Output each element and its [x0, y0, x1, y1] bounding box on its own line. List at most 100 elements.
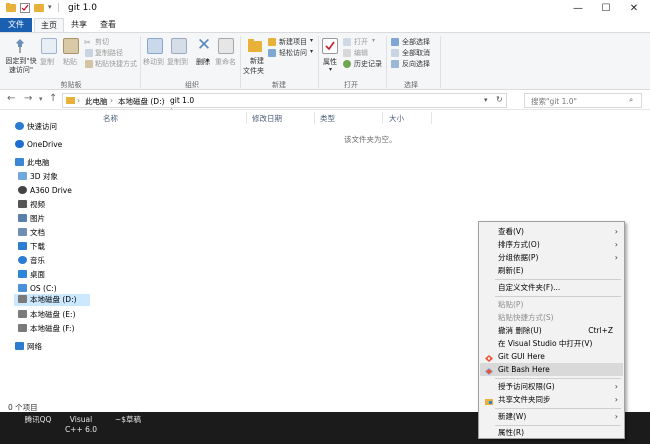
address-bar[interactable]: › 此电脑 › 本地磁盘 (D:) › git 1.0 ▾ ↻	[62, 93, 507, 108]
breadcrumb-drive-d[interactable]: 本地磁盘 (D:)	[118, 96, 165, 107]
easy-access-button[interactable]: 轻松访问	[279, 48, 307, 58]
copy-to-button[interactable]: 复制到	[167, 57, 188, 67]
video-icon	[18, 200, 27, 208]
nav-drive-f[interactable]: 本地磁盘 (F:)	[18, 323, 75, 335]
nav-documents[interactable]: 文档	[18, 227, 45, 239]
breadcrumb-this-pc[interactable]: 此电脑	[85, 96, 108, 107]
nav-quick-access[interactable]: 快速访问	[15, 121, 57, 133]
edit-button[interactable]: 编辑	[354, 48, 368, 58]
new-folder-label-2[interactable]: 文件夹	[243, 66, 264, 76]
copy-button[interactable]: 复制	[40, 57, 54, 67]
menu-item-undo-delete[interactable]: 撤消 删除(U) Ctrl+Z	[480, 324, 623, 337]
copy-path-button[interactable]: 复制路径	[95, 48, 123, 58]
submenu-arrow-icon: ›	[614, 227, 618, 236]
paste-button[interactable]: 粘贴	[63, 57, 77, 67]
address-dropdown-icon[interactable]: ▾	[484, 96, 488, 104]
back-icon[interactable]: ←	[7, 93, 15, 104]
nav-videos[interactable]: 视频	[18, 199, 45, 211]
new-item-button[interactable]: 新建项目	[279, 37, 307, 47]
menu-separator	[495, 296, 621, 297]
nav-drive-d[interactable]: 本地磁盘 (D:)	[14, 294, 90, 306]
nav-network[interactable]: 网络	[15, 341, 42, 353]
taskbar-item-qq[interactable]: 腾讯QQ	[18, 415, 58, 425]
close-icon[interactable]: ✕	[620, 1, 648, 17]
picture-icon	[18, 214, 27, 222]
menu-item-group-by[interactable]: 分组依据(P) ›	[480, 251, 623, 264]
up-icon[interactable]: ↑	[49, 93, 57, 104]
delete-dropdown-icon[interactable]: ▾	[206, 57, 209, 64]
menu-shortcut: Ctrl+Z	[588, 326, 613, 335]
menu-item-customize-folder[interactable]: 自定义文件夹(F)...	[480, 281, 623, 294]
search-icon[interactable]: ⌕	[629, 95, 633, 105]
menu-item-new[interactable]: 新建(W) ›	[480, 410, 623, 423]
refresh-icon[interactable]: ↻	[496, 95, 503, 104]
nav-3d-objects[interactable]: 3D 对象	[18, 171, 58, 183]
nav-a360-drive[interactable]: A360 Drive	[18, 185, 72, 197]
nav-drive-e[interactable]: 本地磁盘 (E:)	[18, 309, 76, 321]
git-icon	[485, 366, 493, 375]
menu-item-properties[interactable]: 属性(R)	[480, 426, 623, 439]
nav-this-pc[interactable]: 此电脑	[15, 157, 50, 169]
tab-file[interactable]: 文件	[0, 18, 32, 32]
menu-item-paste-shortcut[interactable]: 粘贴快捷方式(S)	[480, 311, 623, 324]
taskbar-item-draft[interactable]: ~$草稿	[108, 415, 148, 425]
menu-item-sort-by[interactable]: 排序方式(O) ›	[480, 238, 623, 251]
pin-quick-access-button[interactable]: 固定到"快速访问"	[4, 57, 38, 75]
recent-locations-icon[interactable]: ▾	[39, 95, 43, 103]
menu-item-git-gui[interactable]: Git GUI Here	[480, 350, 623, 363]
nav-onedrive[interactable]: OneDrive	[15, 139, 62, 151]
select-none-button[interactable]: 全部取消	[402, 48, 430, 58]
column-header-date[interactable]: 修改日期	[252, 113, 282, 124]
minimize-icon[interactable]: —	[564, 1, 592, 17]
tab-view[interactable]: 查看	[94, 18, 122, 32]
cut-button[interactable]: 剪切	[95, 37, 109, 47]
breadcrumb-folder[interactable]: git 1.0	[170, 96, 194, 105]
menu-item-open-in-visual-studio[interactable]: 在 Visual Studio 中打开(V)	[480, 337, 623, 350]
easy-access-dropdown-icon[interactable]: ▾	[310, 48, 313, 55]
tab-share[interactable]: 共享	[65, 18, 93, 32]
paste-shortcut-button[interactable]: 粘贴快捷方式	[95, 59, 137, 69]
column-header-type[interactable]: 类型	[320, 113, 335, 124]
column-separator[interactable]	[246, 112, 247, 124]
drive-icon	[18, 310, 27, 318]
column-header-name[interactable]: 名称	[103, 113, 118, 124]
invert-selection-button[interactable]: 反向选择	[402, 59, 430, 69]
menu-item-git-bash[interactable]: Git Bash Here	[480, 363, 623, 376]
open-dropdown-icon[interactable]: ▾	[372, 37, 375, 44]
search-input[interactable]: 搜索"git 1.0" ⌕	[524, 93, 642, 108]
tab-home[interactable]: 主页	[34, 18, 64, 32]
document-icon	[18, 228, 27, 236]
move-to-button[interactable]: 移动到	[143, 57, 164, 67]
new-item-dropdown-icon[interactable]: ▾	[310, 37, 313, 44]
column-header-size[interactable]: 大小	[389, 113, 404, 124]
easy-access-icon	[268, 49, 276, 57]
column-separator[interactable]	[314, 112, 315, 124]
clipboard-group-label: 剪贴板	[60, 81, 82, 89]
column-separator[interactable]	[431, 112, 432, 124]
nav-downloads[interactable]: 下载	[18, 241, 45, 253]
properties-dropdown-icon[interactable]: ▾	[329, 66, 332, 73]
rename-button[interactable]: 重命名	[215, 57, 236, 67]
history-button[interactable]: 历史记录	[354, 59, 382, 69]
menu-item-give-access[interactable]: 授予访问权限(G) ›	[480, 380, 623, 393]
nav-music[interactable]: 音乐	[18, 255, 45, 267]
maximize-icon[interactable]: ☐	[592, 1, 620, 17]
nav-desktop[interactable]: 桌面	[18, 269, 45, 281]
menu-item-shared-folder-sync[interactable]: 共享文件夹同步 ›	[480, 393, 623, 406]
nav-pictures[interactable]: 图片	[18, 213, 45, 225]
menu-item-refresh[interactable]: 刷新(E)	[480, 264, 623, 277]
column-separator[interactable]	[382, 112, 383, 124]
menu-item-paste[interactable]: 粘贴(P)	[480, 298, 623, 311]
menu-item-view[interactable]: 查看(V) ›	[480, 225, 623, 238]
select-all-button[interactable]: 全部选择	[402, 37, 430, 47]
customize-qa-icon[interactable]: ▾	[48, 3, 52, 11]
new-folder-label-1[interactable]: 新建	[245, 56, 269, 66]
new-folder-quick-icon[interactable]	[34, 3, 44, 15]
forward-icon[interactable]: →	[24, 93, 32, 104]
menu-label: 属性(R)	[498, 428, 525, 437]
delete-icon: ✕	[196, 35, 212, 55]
taskbar-item-vc[interactable]: Visual C++ 6.0	[60, 415, 102, 435]
menu-separator	[495, 408, 621, 409]
properties-check-icon[interactable]	[20, 3, 30, 16]
open-button[interactable]: 打开	[354, 37, 368, 47]
